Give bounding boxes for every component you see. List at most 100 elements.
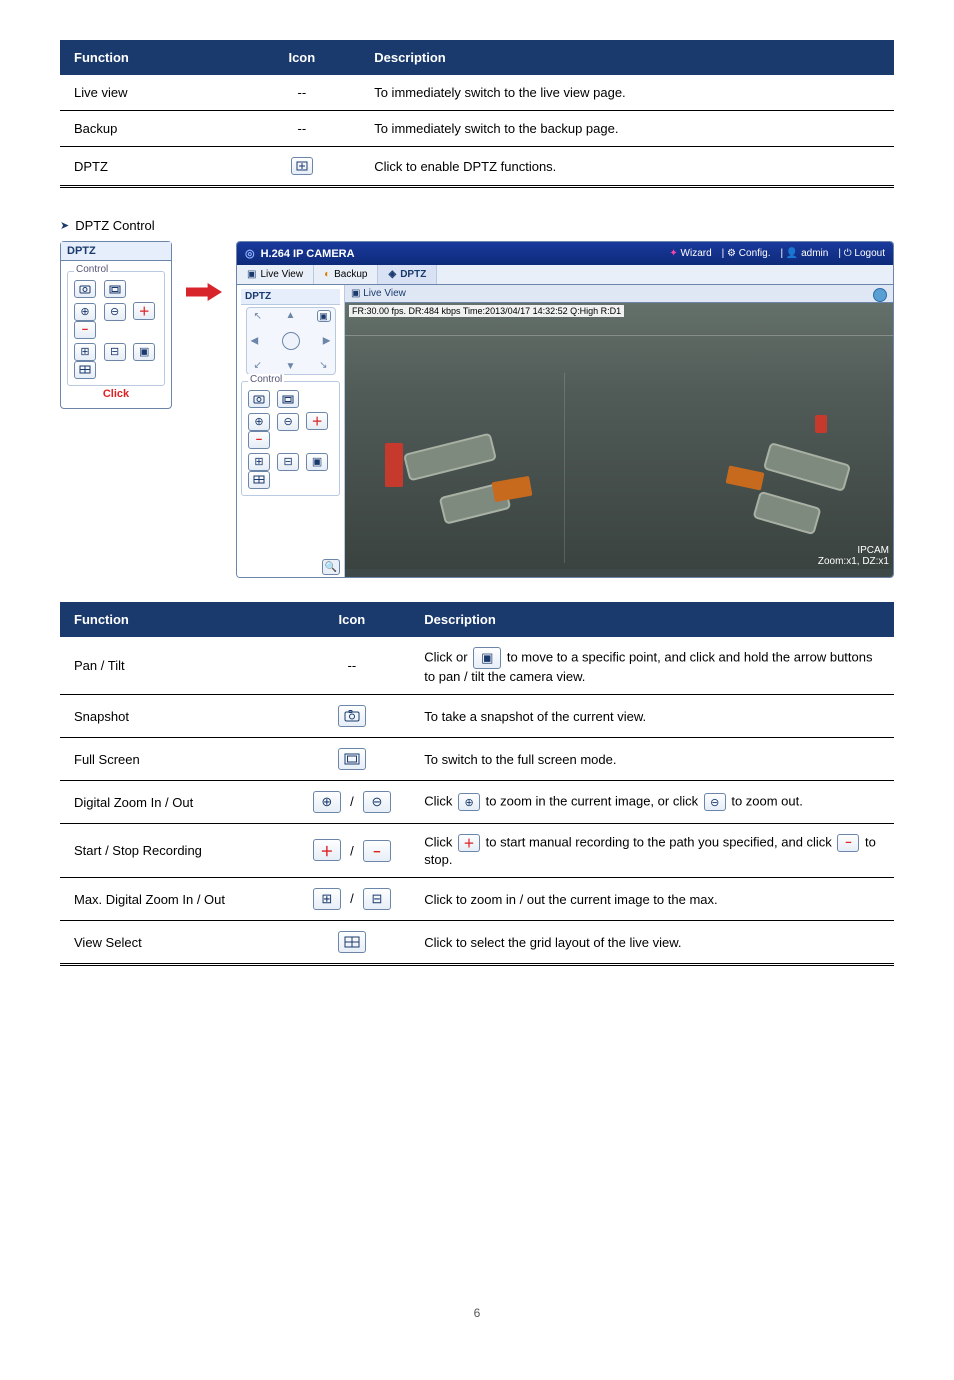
mini-dptz-title: DPTZ [61, 242, 171, 261]
tab-backup[interactable]: ◐Backup [314, 265, 378, 284]
tab-liveview[interactable]: ▣Live View [237, 265, 314, 284]
record-stop-inline-icon: − [837, 834, 859, 852]
max-zoom-out-icon[interactable]: ⊟ [104, 343, 126, 361]
t2-r0-fn: Pan / Tilt [60, 637, 294, 695]
scene-line [345, 335, 893, 336]
side-zoom-in-icon[interactable]: ⊕ [248, 413, 270, 431]
wizard-link[interactable]: ✦ Wizard [669, 248, 711, 259]
fullscreen-icon[interactable] [104, 280, 126, 298]
t2-r6-fn: View Select [60, 921, 294, 965]
t1-r2-icon [243, 147, 360, 187]
t1-r2-desc: Click to enable DPTZ functions. [360, 147, 894, 187]
ptz-target-inline-icon: ▣ [473, 647, 501, 669]
record-start-icon[interactable]: ＋ [133, 302, 155, 320]
t1-r0-desc: To immediately switch to the live view p… [360, 75, 894, 111]
t2-r3-icon: ⊕ / ⊖ [294, 781, 411, 824]
t2-r5-icon: ⊞ / ⊟ [294, 878, 411, 921]
camera-image[interactable]: FR:30.00 fps. DR:484 kbps Time:2013/04/1… [345, 303, 893, 569]
snapshot-row-icon [338, 705, 366, 727]
scene-line2 [564, 373, 565, 563]
globe-icon[interactable] [873, 288, 887, 302]
max-zoom-in-row-icon: ⊞ [313, 888, 341, 910]
side-search-icon[interactable]: 🔍 [322, 559, 340, 575]
zoom-out-icon[interactable]: ⊖ [104, 303, 126, 321]
zoom-in-row-icon: ⊕ [313, 791, 341, 813]
max-zoom-in-icon[interactable]: ⊞ [74, 343, 96, 361]
side-record-stop-icon[interactable]: − [248, 431, 270, 449]
max-zoom-out-row-icon: ⊟ [363, 888, 391, 910]
ptz-center-icon[interactable] [282, 332, 300, 350]
t1-r0-icon: -- [243, 75, 360, 111]
t2-r4-desc: Click ＋ to start manual recording to the… [410, 824, 894, 878]
t2-r2-icon [294, 738, 411, 781]
scene-red-panel [385, 443, 403, 487]
t2-r1-desc: To take a snapshot of the current view. [410, 695, 894, 738]
side-group-label: Control [248, 374, 284, 385]
dptz-heading: ➤ DPTZ Control [60, 218, 894, 233]
ptz-downleft-icon[interactable]: ↙ [254, 360, 262, 371]
t1-r1-fn: Backup [60, 111, 243, 147]
th-function: Function [60, 40, 243, 75]
zoom-in-icon[interactable]: ⊕ [74, 303, 96, 321]
tab-dptz[interactable]: ◈DPTZ [378, 265, 437, 284]
ptz-left-icon[interactable]: ◀ [251, 336, 259, 347]
dptz-heading-text: DPTZ Control [75, 218, 154, 233]
zoom-in-inline-icon: ⊕ [458, 793, 480, 811]
t2-r3-desc: Click ⊕ to zoom in the current image, or… [410, 781, 894, 824]
t2-r4-icon: ＋ / − [294, 824, 411, 878]
ptz-target-icon[interactable]: ▣ [133, 343, 155, 361]
side-record-start-icon[interactable]: ＋ [306, 412, 328, 430]
app-window: ◎ H.264 IP CAMERA ✦ Wizard | ⚙ Config. |… [236, 241, 894, 578]
ptz-right-icon[interactable]: ▶ [323, 336, 331, 347]
record-stop-row-icon: − [363, 840, 391, 862]
dptz-function-table: Function Icon Description Pan / Tilt -- … [60, 602, 894, 966]
scene-couch-left [403, 433, 497, 482]
zoom-out-row-icon: ⊖ [363, 791, 391, 813]
view-select-row-icon [338, 931, 366, 953]
view-tab-label[interactable]: Live View [363, 288, 406, 299]
th-desc: Description [360, 40, 894, 75]
dptz-icon [291, 157, 313, 175]
t2-r2-fn: Full Screen [60, 738, 294, 781]
app-title-text: H.264 IP CAMERA [261, 248, 355, 260]
ptz-direction-pad[interactable]: ▲ ▼ ◀ ▶ ↖ ↗ ↙ ↘ ▣ [246, 307, 336, 375]
logout-link[interactable]: | ⏻ Logout [838, 248, 885, 259]
scene-table-right [726, 465, 765, 490]
record-start-inline-icon: ＋ [458, 834, 480, 852]
side-max-zoom-out-icon[interactable]: ⊟ [277, 453, 299, 471]
side-view-select-icon[interactable] [248, 471, 270, 489]
red-arrow-icon [186, 283, 222, 301]
osd-watermark: IPCAM Zoom:x1, DZ:x1 [818, 545, 889, 567]
t2-r0-desc: Click or ▣ to move to a specific point, … [410, 637, 894, 695]
side-hdr: DPTZ [241, 289, 340, 305]
ptz-upleft-icon[interactable]: ↖ [254, 311, 262, 322]
ptz-downright-icon[interactable]: ↘ [319, 360, 327, 371]
t2-r1-fn: Snapshot [60, 695, 294, 738]
page-number: 6 [60, 1306, 894, 1320]
side-max-zoom-in-icon[interactable]: ⊞ [248, 453, 270, 471]
osd-text: FR:30.00 fps. DR:484 kbps Time:2013/04/1… [349, 305, 624, 317]
side-zoom-out-icon[interactable]: ⊖ [277, 413, 299, 431]
side-ptz-target-icon[interactable]: ▣ [306, 453, 328, 471]
side-fullscreen-icon[interactable] [277, 390, 299, 408]
scene-couch-right2 [752, 491, 821, 536]
mini-dptz-panel: DPTZ Control ⊕ ⊖ ＋ [60, 241, 172, 409]
scene-table-left [492, 476, 533, 502]
app-side-panel: DPTZ ▲ ▼ ◀ ▶ ↖ ↗ ↙ ↘ ▣ Control [237, 285, 345, 577]
record-stop-icon[interactable]: − [74, 321, 96, 339]
triangle-bullet-icon: ➤ [60, 219, 69, 232]
tab-switch-table: Function Icon Description Live view -- T… [60, 40, 894, 188]
user-link[interactable]: | 👤 admin [780, 248, 828, 259]
t2-r3-fn: Digital Zoom In / Out [60, 781, 294, 824]
snapshot-icon[interactable] [74, 280, 96, 298]
click-label: Click [67, 388, 165, 400]
side-snapshot-icon[interactable] [248, 390, 270, 408]
ptz-down-icon[interactable]: ▼ [286, 361, 296, 372]
ptz-target-small-icon[interactable]: ▣ [317, 310, 331, 322]
t2-r2-desc: To switch to the full screen mode. [410, 738, 894, 781]
t2-r6-desc: Click to select the grid layout of the l… [410, 921, 894, 965]
config-link[interactable]: | ⚙ Config. [722, 248, 771, 259]
ptz-up-icon[interactable]: ▲ [286, 310, 296, 321]
t2-th-desc: Description [410, 602, 894, 637]
view-select-icon[interactable] [74, 361, 96, 379]
